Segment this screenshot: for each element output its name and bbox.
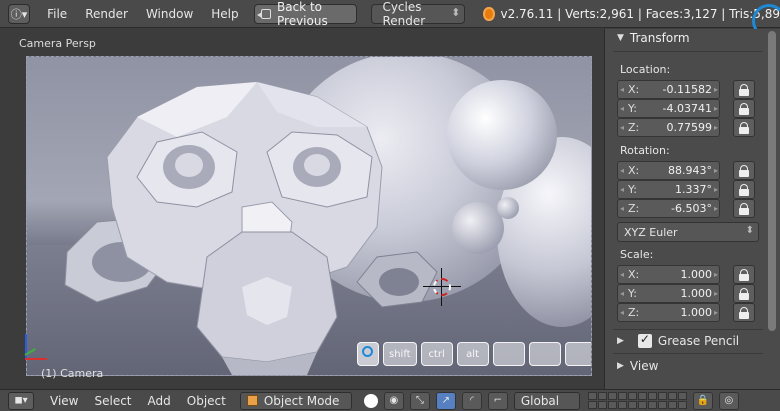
3d-viewport[interactable]: Camera Persp shift ctrl alt (1) Camera (0, 29, 604, 389)
blank-key-1 (492, 342, 525, 366)
render-engine-value: Cycles Render (382, 0, 426, 28)
view-name-label: Camera Persp (19, 37, 96, 50)
manipulator-toggle-icon[interactable]: ⤡ (409, 391, 430, 410)
info-icon: ⓘ▾ (10, 7, 28, 21)
scale-label: Scale: (620, 248, 654, 261)
location-y-field[interactable]: Y:-4.03741 (617, 99, 720, 118)
scale-manipulator-icon[interactable]: ⌐ (487, 391, 508, 410)
shift-key: shift (383, 342, 417, 366)
pivot-point-icon[interactable]: ◉ (383, 391, 404, 410)
lock-location-x-icon[interactable] (733, 80, 755, 99)
menu-render[interactable]: Render (76, 0, 137, 28)
back-screen-icon (256, 8, 271, 19)
lock-rotation-z-icon[interactable] (733, 199, 755, 218)
axis-gizmo-icon (22, 334, 52, 364)
menu-add[interactable]: Add (140, 394, 179, 408)
grease-pencil-panel-header[interactable]: ▶ Grease Pencil (617, 332, 740, 348)
expand-triangle-icon: ▶ (617, 336, 624, 346)
render-engine-select[interactable]: Cycles Render (371, 0, 466, 28)
lock-layers-icon[interactable]: 🔒 (692, 391, 713, 410)
expand-triangle-icon: ▶ (617, 361, 624, 371)
scene-stats: v2.76.11 | Verts:2,961 | Faces:3,127 | T… (500, 6, 780, 21)
rotation-mode-select[interactable]: XYZ Euler (617, 222, 759, 242)
rotation-label: Rotation: (620, 144, 670, 157)
info-header: ⓘ▾ File Render Window Help Back to Previ… (0, 0, 780, 28)
lock-scale-y-icon[interactable] (733, 284, 755, 303)
translate-manipulator-icon[interactable]: ↗ (435, 391, 456, 410)
editor-type-button-3d[interactable]: ◼▾ (8, 391, 34, 410)
3d-cursor-icon[interactable] (423, 268, 461, 306)
grease-pencil-checkbox[interactable] (637, 332, 652, 348)
editor-type-button[interactable]: ⓘ▾ (8, 3, 31, 24)
scale-z-field[interactable]: Z:1.000 (617, 303, 720, 322)
mouse-key-icon (357, 342, 379, 366)
view-panel-label: View (629, 359, 659, 373)
transform-panel-header[interactable]: ▼ Transform (605, 29, 780, 48)
lock-scale-z-icon[interactable] (733, 303, 755, 322)
viewport-shading-icon[interactable] (363, 393, 378, 408)
screencast-keys: shift ctrl alt (357, 342, 591, 366)
scale-x-field[interactable]: X:1.000 (617, 265, 720, 284)
menu-window[interactable]: Window (137, 0, 202, 28)
panel-scrollbar[interactable] (768, 31, 776, 331)
menu-help[interactable]: Help (202, 0, 247, 28)
transform-title: Transform (629, 31, 690, 45)
cube-editor-icon: ◼▾ (14, 395, 28, 406)
blank-key-3 (564, 342, 591, 366)
interaction-mode-select[interactable]: Object Mode (239, 391, 352, 410)
blender-logo-icon (483, 6, 495, 21)
lock-rotation-x-icon[interactable] (733, 161, 755, 180)
3d-view-header: ◼▾ View Select Add Object Object Mode ◉ … (0, 389, 780, 411)
menu-object[interactable]: Object (179, 394, 234, 408)
location-x-field[interactable]: X:-0.11582 (617, 80, 720, 99)
back-to-previous-button[interactable]: Back to Previous (253, 0, 358, 28)
rotate-manipulator-icon[interactable]: ◜ (461, 391, 482, 410)
location-z-field[interactable]: Z:0.77599 (617, 118, 720, 137)
view-panel-header[interactable]: ▶ View (617, 359, 658, 373)
rotation-y-field[interactable]: Y:1.337° (617, 180, 720, 199)
layer-buttons[interactable] (587, 392, 687, 409)
lock-location-z-icon[interactable] (733, 118, 755, 137)
blank-key-2 (528, 342, 561, 366)
properties-shelf: ▼ Transform Location: X:-0.11582 Y:-4.03… (604, 29, 780, 389)
render-preview-icon[interactable]: ◎ (718, 391, 739, 410)
scale-y-field[interactable]: Y:1.000 (617, 284, 720, 303)
lock-rotation-y-icon[interactable] (733, 180, 755, 199)
rotation-z-field[interactable]: Z:-6.503° (617, 199, 720, 218)
menu-view[interactable]: View (42, 394, 86, 408)
location-label: Location: (620, 63, 671, 76)
menu-file[interactable]: File (38, 0, 76, 28)
back-to-previous-label: Back to Previous (277, 0, 328, 28)
object-mode-icon (246, 395, 258, 406)
rotation-x-field[interactable]: X:88.943° (617, 161, 720, 180)
lock-location-y-icon[interactable] (733, 99, 755, 118)
suzanne-monkey-mesh (64, 81, 438, 375)
active-object-label: (1) Camera (41, 367, 104, 380)
grease-pencil-label: Grease Pencil (657, 334, 740, 348)
alt-key: alt (456, 342, 489, 366)
camera-frame: shift ctrl alt (26, 56, 592, 376)
transform-orientation-select[interactable]: Global (513, 391, 580, 410)
menu-select[interactable]: Select (86, 394, 139, 408)
ctrl-key: ctrl (420, 342, 453, 366)
collapse-triangle-icon: ▼ (617, 33, 624, 43)
lock-scale-x-icon[interactable] (733, 265, 755, 284)
